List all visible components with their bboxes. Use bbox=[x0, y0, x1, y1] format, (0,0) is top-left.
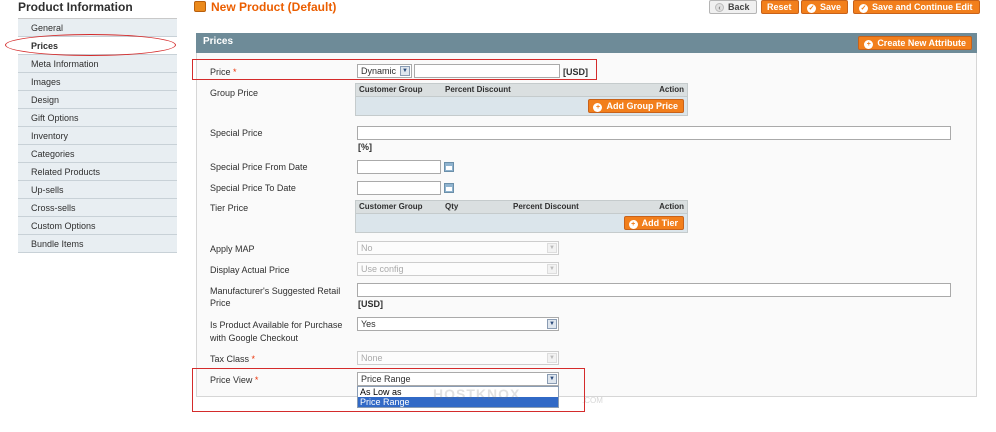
sidebar-item-design[interactable]: Design bbox=[18, 91, 177, 109]
tier-col-percent-discount: Percent Discount bbox=[513, 202, 579, 211]
sidebar-item-meta-information[interactable]: Meta Information bbox=[18, 55, 177, 73]
calendar-icon[interactable] bbox=[444, 162, 454, 172]
check-icon: ✓ bbox=[859, 4, 868, 13]
group-col-percent-discount: Percent Discount bbox=[445, 85, 511, 94]
chevron-down-icon: ▼ bbox=[547, 264, 557, 274]
special-price-input[interactable] bbox=[357, 126, 951, 140]
reset-button[interactable]: Reset bbox=[761, 0, 799, 14]
google-checkout-label-line2: with Google Checkout bbox=[210, 333, 299, 343]
tax-class-select: None ▼ bbox=[357, 351, 559, 365]
special-price-label: Special Price bbox=[210, 128, 263, 138]
tier-col-customer-group: Customer Group bbox=[359, 202, 423, 211]
sidebar-item-related-products[interactable]: Related Products bbox=[18, 163, 177, 181]
special-from-input[interactable] bbox=[357, 160, 441, 174]
sidebar-item-categories[interactable]: Categories bbox=[18, 145, 177, 163]
special-to-input[interactable] bbox=[357, 181, 441, 195]
msrp-label-line1: Manufacturer's Suggested Retail bbox=[210, 286, 341, 296]
save-button-label: Save bbox=[820, 2, 842, 12]
group-price-label: Group Price bbox=[210, 88, 259, 98]
group-price-grid-header: Customer Group Percent Discount Action bbox=[355, 83, 688, 97]
tier-col-qty: Qty bbox=[445, 202, 459, 211]
sidebar-item-inventory[interactable]: Inventory bbox=[18, 127, 177, 145]
product-box-icon bbox=[194, 1, 206, 12]
sidebar-item-gift-options[interactable]: Gift Options bbox=[18, 109, 177, 127]
chevron-down-icon: ▼ bbox=[547, 243, 557, 253]
msrp-label-line2: Price bbox=[210, 298, 231, 308]
price-highlight-box bbox=[192, 59, 597, 80]
msrp-input[interactable] bbox=[357, 283, 951, 297]
special-from-label: Special Price From Date bbox=[210, 162, 308, 172]
chevron-down-icon: ▼ bbox=[547, 353, 557, 363]
add-group-price-label: Add Group Price bbox=[606, 101, 678, 111]
price-view-highlight-box bbox=[192, 368, 585, 412]
check-icon: ✓ bbox=[807, 4, 816, 13]
special-price-unit: [%] bbox=[358, 142, 372, 152]
chevron-down-icon: ▼ bbox=[547, 319, 557, 329]
save-continue-button-label: Save and Continue Edit bbox=[872, 2, 973, 12]
sidebar-item-up-sells[interactable]: Up-sells bbox=[18, 181, 177, 199]
prices-highlight-ellipse bbox=[5, 34, 176, 56]
display-actual-price-label: Display Actual Price bbox=[210, 265, 290, 275]
section-header: Prices + Create New Attribute bbox=[196, 33, 977, 53]
add-tier-button[interactable]: + Add Tier bbox=[623, 216, 684, 230]
plus-icon: + bbox=[628, 220, 638, 229]
apply-map-label: Apply MAP bbox=[210, 244, 255, 254]
tier-price-grid-header: Customer Group Qty Percent Discount Acti… bbox=[355, 200, 688, 214]
watermark-suffix: .COM bbox=[582, 396, 603, 405]
tier-price-grid-footer: + Add Tier bbox=[355, 214, 688, 233]
page-title: New Product (Default) bbox=[211, 0, 337, 14]
apply-map-select: No ▼ bbox=[357, 241, 559, 255]
group-price-grid-footer: + Add Group Price bbox=[355, 97, 688, 116]
google-checkout-label-line1: Is Product Available for Purchase bbox=[210, 320, 343, 330]
watermark: HOSTKNOX bbox=[433, 386, 521, 402]
sidebar-item-images[interactable]: Images bbox=[18, 73, 177, 91]
back-button[interactable]: ‹ Back bbox=[709, 0, 757, 14]
plus-icon: + bbox=[593, 103, 603, 112]
display-actual-price-select: Use config ▼ bbox=[357, 262, 559, 276]
create-attribute-button[interactable]: + Create New Attribute bbox=[858, 36, 972, 50]
calendar-icon[interactable] bbox=[444, 183, 454, 193]
section-title: Prices bbox=[203, 36, 234, 47]
plus-icon: + bbox=[864, 40, 874, 49]
create-attribute-label: Create New Attribute bbox=[877, 38, 966, 48]
msrp-currency: [USD] bbox=[358, 299, 383, 309]
save-continue-button[interactable]: ✓ Save and Continue Edit bbox=[853, 0, 980, 14]
back-button-label: Back bbox=[728, 2, 750, 12]
tax-class-label: Tax Class * bbox=[210, 354, 256, 364]
sidebar-item-custom-options[interactable]: Custom Options bbox=[18, 217, 177, 235]
add-group-price-button[interactable]: + Add Group Price bbox=[588, 99, 684, 113]
sidebar-item-cross-sells[interactable]: Cross-sells bbox=[18, 199, 177, 217]
save-button[interactable]: ✓ Save bbox=[801, 0, 849, 14]
group-col-customer-group: Customer Group bbox=[359, 85, 423, 94]
reset-button-label: Reset bbox=[767, 2, 792, 12]
google-checkout-select[interactable]: Yes ▼ bbox=[357, 317, 559, 331]
arrow-left-icon: ‹ bbox=[715, 3, 724, 12]
group-col-action: Action bbox=[659, 85, 684, 94]
special-to-label: Special Price To Date bbox=[210, 183, 296, 193]
tier-price-label: Tier Price bbox=[210, 203, 249, 213]
tier-col-action: Action bbox=[659, 202, 684, 211]
sidebar-item-bundle-items[interactable]: Bundle Items bbox=[18, 235, 177, 253]
sidebar-title: Product Information bbox=[18, 0, 133, 14]
add-tier-label: Add Tier bbox=[641, 218, 678, 228]
